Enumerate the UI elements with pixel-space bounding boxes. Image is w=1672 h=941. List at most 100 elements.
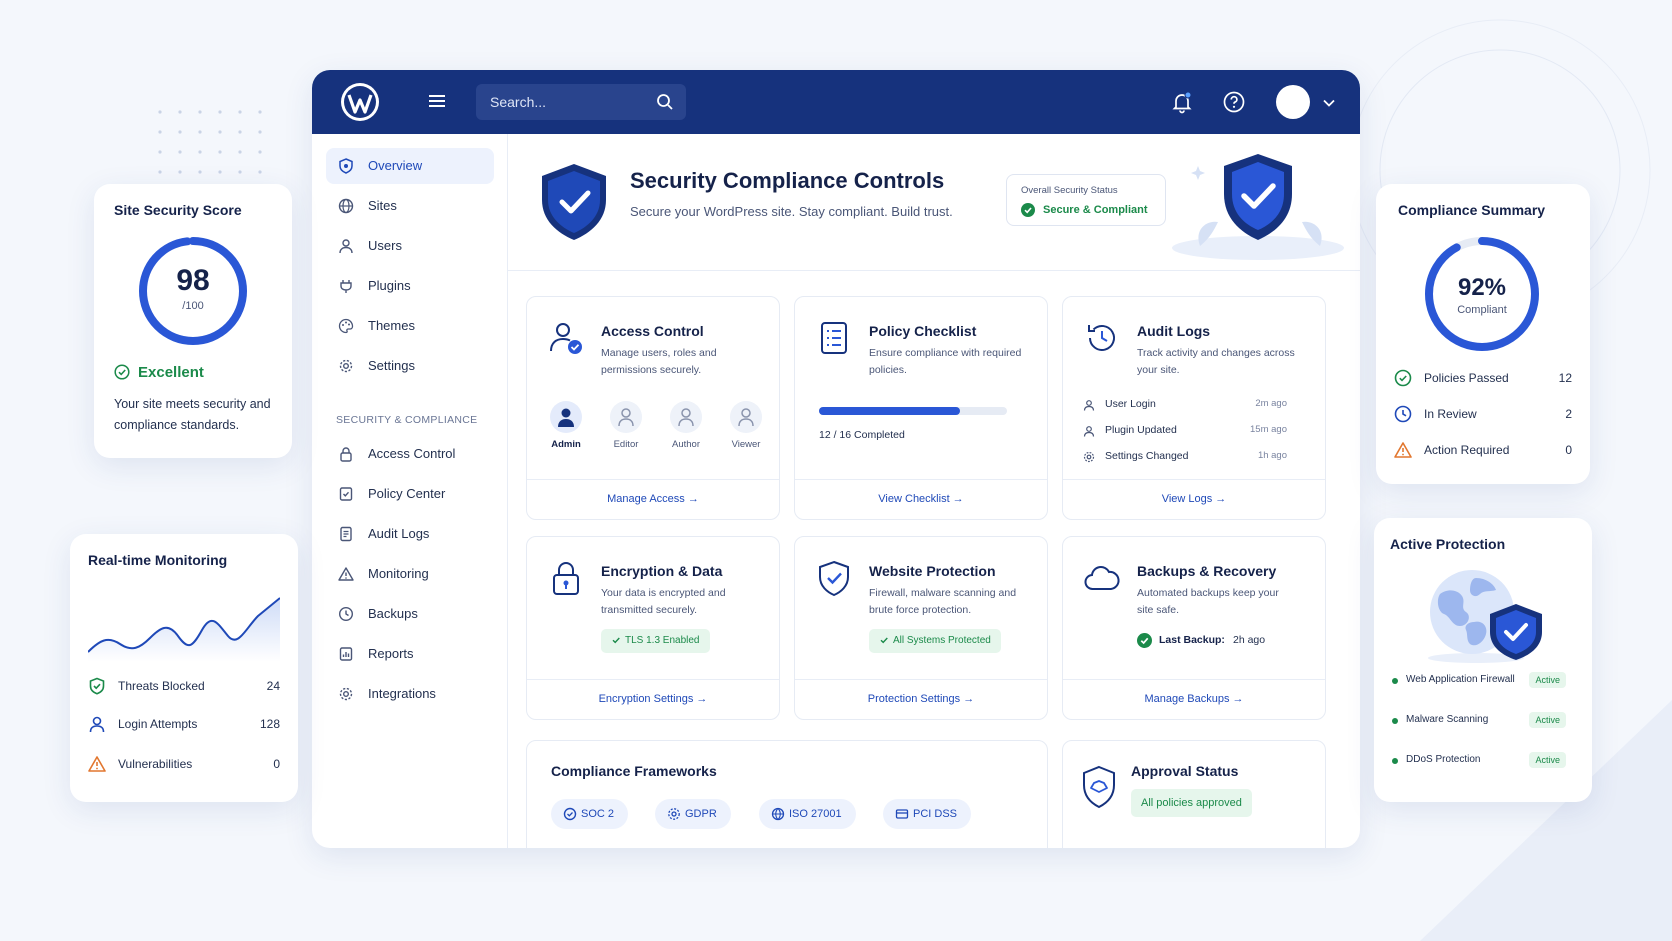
sidebar: Overview Sites Users Plugins Themes Sett… bbox=[312, 134, 508, 848]
active-protection-card: Active Protection Web Application Firewa… bbox=[1374, 518, 1592, 802]
stat-label: Login Attempts bbox=[118, 717, 198, 731]
plug-icon bbox=[340, 280, 352, 293]
sidebar-item-audit-logs[interactable]: Audit Logs bbox=[326, 516, 494, 552]
framework-chip-gdpr[interactable]: GDPR bbox=[655, 799, 731, 829]
report-icon bbox=[339, 647, 353, 661]
role-viewer[interactable]: Viewer bbox=[721, 401, 771, 450]
sidebar-item-overview[interactable]: Overview bbox=[326, 148, 494, 184]
search-icon[interactable] bbox=[656, 93, 674, 111]
check-circle-icon bbox=[114, 364, 130, 380]
sidebar-item-policy-center[interactable]: Policy Center bbox=[326, 476, 494, 512]
sidebar-item-users[interactable]: Users bbox=[326, 228, 494, 264]
sidebar-item-sites[interactable]: Sites bbox=[326, 188, 494, 224]
protection-item-waf: Web Application Firewall Active bbox=[1392, 672, 1566, 690]
overall-status-box: Overall Security Status Secure & Complia… bbox=[1006, 174, 1166, 226]
approval-status-card: Approval Status All policies approved bbox=[1062, 740, 1326, 848]
sidebar-item-label: Integrations bbox=[368, 686, 436, 701]
framework-chip-pcidss[interactable]: PCI DSS bbox=[883, 799, 972, 829]
module-description: Your data is encrypted and transmitted s… bbox=[601, 587, 726, 616]
stat-value: 0 bbox=[1565, 443, 1572, 457]
check-circle-icon bbox=[1137, 633, 1152, 648]
user-icon bbox=[89, 716, 105, 733]
stat-login-attempts: Login Attempts 128 bbox=[88, 714, 280, 734]
score-value: 98 bbox=[176, 264, 210, 297]
sidebar-item-label: Access Control bbox=[368, 446, 456, 461]
sidebar-item-integrations[interactable]: Integrations bbox=[326, 676, 494, 712]
view-logs-link[interactable]: View Logs bbox=[1162, 493, 1227, 505]
history-clock-icon bbox=[1088, 325, 1115, 351]
status-dot bbox=[1392, 678, 1398, 684]
chevron-down-icon[interactable] bbox=[1322, 96, 1336, 110]
audit-log-row[interactable]: User Login 2m ago bbox=[1083, 397, 1287, 413]
wordpress-logo-icon[interactable] bbox=[340, 82, 380, 122]
sidebar-item-label: Overview bbox=[368, 158, 423, 173]
sidebar-item-monitoring[interactable]: Monitoring bbox=[326, 556, 494, 592]
status-badge: Active bbox=[1529, 672, 1566, 688]
protection-item-malware: Malware Scanning Active bbox=[1392, 712, 1566, 730]
framework-chip-iso27001[interactable]: ISO 27001 bbox=[759, 799, 856, 829]
encryption-settings-link[interactable]: Encryption Settings bbox=[599, 693, 708, 705]
access-control-card: Access Control Manage users, roles and p… bbox=[526, 296, 780, 520]
user-icon bbox=[1083, 426, 1095, 437]
sidebar-item-access-control[interactable]: Access Control bbox=[326, 436, 494, 472]
status-value: Secure & Compliant bbox=[1043, 204, 1148, 216]
sidebar-item-plugins[interactable]: Plugins bbox=[326, 268, 494, 304]
sidebar-item-label: Policy Center bbox=[368, 486, 446, 501]
stat-label: In Review bbox=[1424, 407, 1477, 421]
stat-policies-passed: Policies Passed 12 bbox=[1394, 368, 1572, 388]
sidebar-item-label: Backups bbox=[368, 606, 418, 621]
avatar[interactable] bbox=[1276, 85, 1310, 119]
badge-icon bbox=[563, 807, 577, 821]
view-checklist-link[interactable]: View Checklist bbox=[878, 493, 963, 505]
stat-threats-blocked: Threats Blocked 24 bbox=[88, 676, 280, 696]
page-subtitle: Secure your WordPress site. Stay complia… bbox=[630, 204, 953, 219]
sidebar-item-themes[interactable]: Themes bbox=[326, 308, 494, 344]
card-footer: View Logs bbox=[1063, 479, 1325, 519]
policy-icon bbox=[339, 487, 353, 501]
compliance-summary-card: Compliance Summary 92% Compliant Policie… bbox=[1376, 184, 1590, 484]
sidebar-item-label: Themes bbox=[368, 318, 415, 333]
tls-badge: TLS 1.3 Enabled bbox=[601, 629, 710, 653]
stat-value: 12 bbox=[1558, 371, 1572, 385]
sidebar-item-label: Plugins bbox=[368, 278, 411, 293]
role-editor[interactable]: Editor bbox=[601, 401, 651, 450]
notification-bell-icon[interactable] bbox=[1170, 90, 1194, 114]
sidebar-item-label: Monitoring bbox=[368, 566, 429, 581]
audit-log-row[interactable]: Settings Changed 1h ago bbox=[1083, 449, 1287, 465]
sidebar-item-backups[interactable]: Backups bbox=[326, 596, 494, 632]
manage-access-link[interactable]: Manage Access bbox=[607, 493, 699, 505]
sidebar-item-label: Audit Logs bbox=[368, 526, 430, 541]
palette-icon bbox=[338, 318, 354, 334]
protection-settings-link[interactable]: Protection Settings bbox=[868, 693, 974, 705]
module-title: Encryption & Data bbox=[601, 563, 723, 579]
globe-icon bbox=[338, 198, 354, 214]
stat-label: Threats Blocked bbox=[118, 679, 205, 693]
module-description: Manage users, roles and permissions secu… bbox=[601, 347, 717, 376]
last-backup-label: Last Backup: bbox=[1159, 634, 1225, 646]
role-author[interactable]: Author bbox=[661, 401, 711, 450]
sidebar-item-reports[interactable]: Reports bbox=[326, 636, 494, 672]
clock-icon bbox=[338, 606, 354, 622]
search-input[interactable] bbox=[490, 84, 650, 120]
status-dot bbox=[1392, 718, 1398, 724]
user-icon bbox=[730, 401, 762, 433]
sidebar-item-settings[interactable]: Settings bbox=[326, 348, 494, 384]
approval-title: Approval Status bbox=[1131, 763, 1239, 779]
hamburger-menu-icon[interactable] bbox=[426, 90, 448, 112]
cloud-icon bbox=[1084, 566, 1120, 590]
role-admin[interactable]: Admin bbox=[541, 401, 591, 450]
status-badge: Active bbox=[1529, 752, 1566, 768]
manage-backups-link[interactable]: Manage Backups bbox=[1144, 693, 1243, 705]
policy-checklist-card: Policy Checklist Ensure compliance with … bbox=[794, 296, 1048, 520]
sidebar-item-label: Sites bbox=[368, 198, 397, 213]
shield-approval-icon bbox=[1083, 765, 1115, 809]
sidebar-section-label: SECURITY & COMPLIANCE bbox=[336, 414, 478, 426]
framework-chip-soc2[interactable]: SOC 2 bbox=[551, 799, 629, 829]
help-icon[interactable] bbox=[1222, 90, 1246, 114]
website-protection-card: Website Protection Firewall, malware sca… bbox=[794, 536, 1048, 720]
audit-log-row[interactable]: Plugin Updated 15m ago bbox=[1083, 423, 1287, 439]
card-footer: Protection Settings bbox=[795, 679, 1047, 719]
stat-in-review: In Review 2 bbox=[1394, 404, 1572, 424]
user-shield-icon bbox=[550, 323, 582, 354]
role-label: Editor bbox=[613, 439, 639, 450]
